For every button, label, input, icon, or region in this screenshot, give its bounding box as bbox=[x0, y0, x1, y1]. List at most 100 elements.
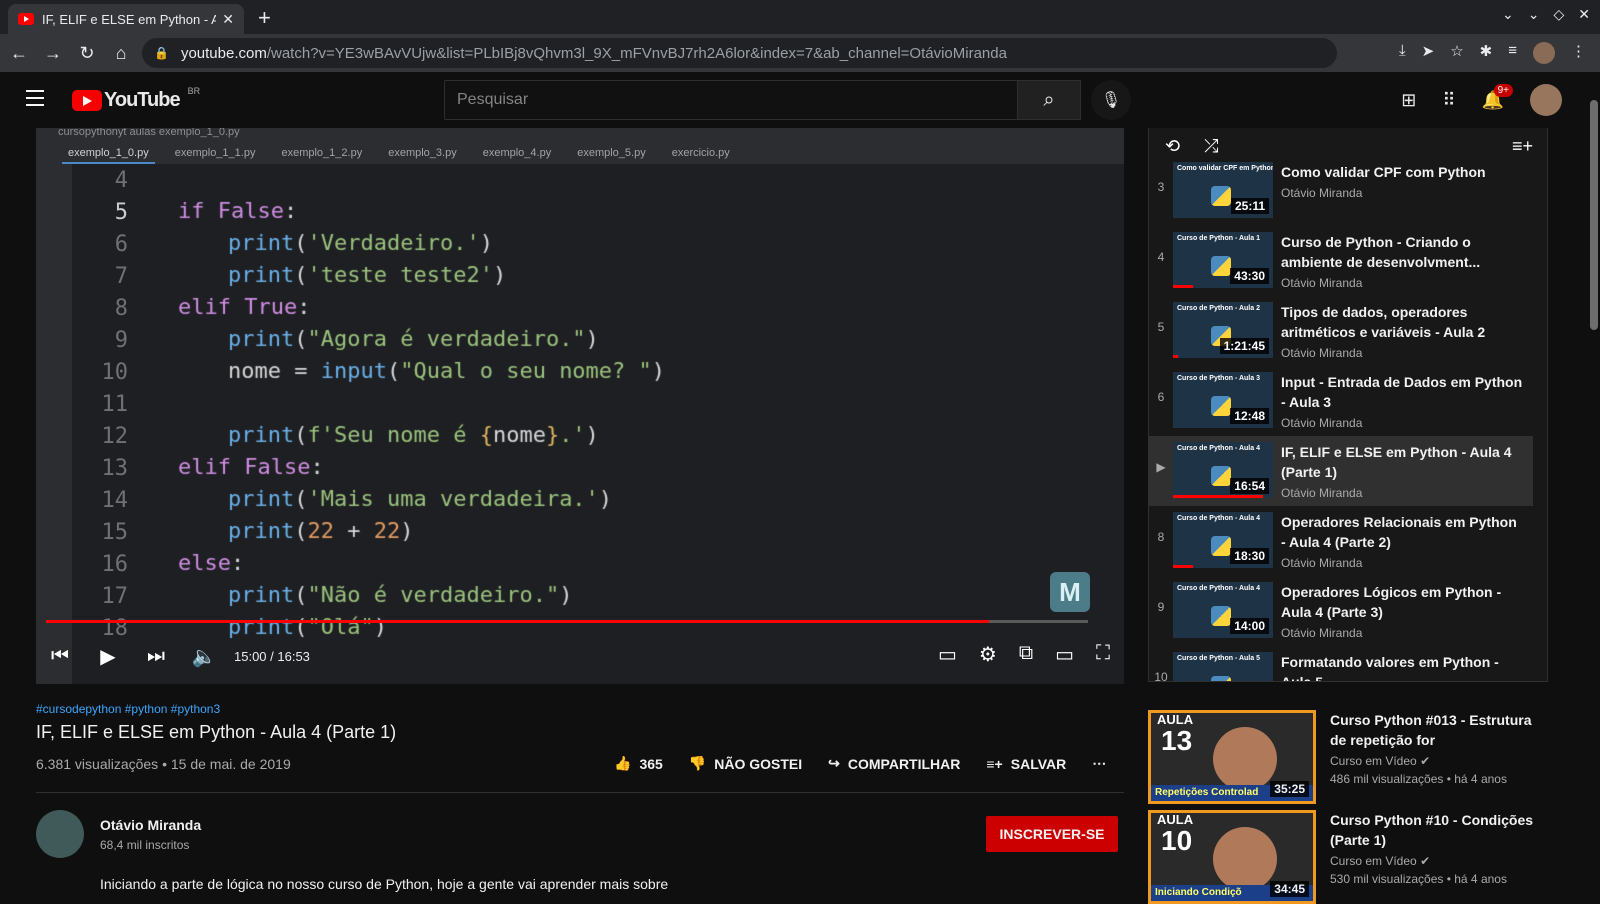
user-avatar[interactable] bbox=[1530, 84, 1562, 116]
hamburger-menu-icon[interactable] bbox=[26, 90, 44, 111]
extensions-icon[interactable]: ✱ bbox=[1480, 42, 1493, 64]
playlist-item[interactable]: ▶ Curso de Python - Aula 4 16:54 IF, ELIF e… bbox=[1149, 436, 1533, 506]
volume-icon[interactable]: 🔈 bbox=[180, 644, 228, 669]
code-editor: 4 5 6 7 8 9 10 11 12 13 14 15 16 17 18 bbox=[72, 164, 1124, 684]
line-number: 11 bbox=[101, 391, 129, 417]
previous-icon[interactable]: ⏮ bbox=[36, 645, 84, 668]
recommended-views: 486 mil visualizações • há 4 anos bbox=[1330, 772, 1507, 786]
save-playlist-icon[interactable]: ≡+ bbox=[1512, 136, 1533, 157]
profile-avatar[interactable] bbox=[1533, 42, 1555, 64]
python-logo-icon bbox=[1211, 256, 1231, 276]
ide-tabbar: cursopythonyt aulas exemplo_1_0.py exemp… bbox=[36, 128, 1124, 164]
playlist-item[interactable]: 9 Curso de Python - Aula 4 14:00 Operadores… bbox=[1149, 576, 1533, 646]
playlist-item[interactable]: 10 Curso de Python - Aula 522:12 Formatand… bbox=[1149, 646, 1533, 682]
subscribe-button[interactable]: INSCREVER-SE bbox=[986, 816, 1118, 852]
playlist-item[interactable]: 8 Curso de Python - Aula 4 18:30 Operadores… bbox=[1149, 506, 1533, 576]
channel-name[interactable]: Otávio Miranda bbox=[100, 817, 201, 833]
settings-gear-icon[interactable]: ⚙ bbox=[979, 642, 997, 667]
loop-icon[interactable]: ⟲ bbox=[1165, 136, 1180, 157]
recommended-title: Curso Python #013 - Estrutura de repetiç… bbox=[1330, 712, 1532, 748]
line-number: 5 bbox=[114, 199, 128, 225]
url-path: /watch?v=YE3wBAvVUjw&list=PLbIBj8vQhvm3l… bbox=[266, 44, 1007, 62]
bookmark-star-icon[interactable]: ☆ bbox=[1450, 42, 1463, 64]
code-line: 13 bbox=[72, 452, 129, 484]
theater-mode-icon[interactable]: ▭ bbox=[1055, 642, 1074, 667]
code-line: 11 bbox=[72, 388, 129, 420]
home-icon[interactable]: ⌂ bbox=[106, 43, 136, 64]
playlist-item[interactable]: 4 Curso de Python - Aula 1 43:30 Curso de P… bbox=[1149, 226, 1533, 296]
youtube-logo[interactable]: YouTube BR bbox=[72, 86, 200, 112]
new-tab-button[interactable]: + bbox=[258, 5, 271, 31]
create-video-icon[interactable]: ⊞ bbox=[1401, 90, 1416, 111]
minimize-icon[interactable]: ⌄ bbox=[1528, 6, 1540, 23]
address-bar-row: ← → ↻ ⌂ 🔒 youtube.com/watch?v=YE3wBAvVUj… bbox=[0, 34, 1600, 72]
dislike-button[interactable]: 👎 NÃO GOSTEI bbox=[689, 755, 802, 772]
file-tab: exemplo_1_2.py bbox=[281, 147, 363, 159]
playlist-item-channel: Otávio Miranda bbox=[1281, 556, 1363, 570]
chevron-down-icon[interactable]: ⌄ bbox=[1502, 6, 1514, 23]
menu-icon[interactable]: ⋮ bbox=[1571, 42, 1586, 64]
back-icon[interactable]: ← bbox=[4, 43, 34, 64]
more-actions-icon[interactable]: ⋯ bbox=[1092, 755, 1106, 772]
search-input[interactable]: Pesquisar bbox=[444, 80, 1018, 120]
playlist-item[interactable]: 6 Curso de Python - Aula 3 12:48 Input - En… bbox=[1149, 366, 1533, 436]
playlist-index: ▶ bbox=[1156, 460, 1166, 474]
channel-avatar[interactable] bbox=[36, 810, 84, 858]
reload-icon[interactable]: ↻ bbox=[72, 43, 102, 64]
youtube-favicon-icon bbox=[18, 13, 34, 25]
save-button[interactable]: ≡+ SALVAR bbox=[986, 756, 1066, 772]
extensions-area: ⤓ ➤ ☆ ✱ ≡ ⋮ bbox=[1399, 42, 1586, 64]
page-scrollbar[interactable] bbox=[1590, 100, 1598, 330]
install-icon[interactable]: ⤓ bbox=[1399, 42, 1406, 64]
recommended-video[interactable]: AULA 10 Iniciando Condiçõ 34:45 Curso Python… bbox=[1148, 810, 1568, 904]
notifications-button[interactable]: 🔔 9+ bbox=[1482, 83, 1513, 111]
youtube-header: YouTube BR Pesquisar ⌕ 🎙 ⊞ ⠿ 🔔 9+ bbox=[0, 72, 1600, 128]
restore-icon[interactable]: ◇ bbox=[1553, 6, 1564, 23]
duration-badge: 16:54 bbox=[1230, 478, 1269, 494]
code-line: 9 bbox=[72, 324, 128, 356]
share-icon: ↪ bbox=[828, 755, 840, 771]
playlist-item-info: Operadores Lógicos em Python - Aula 4 (P… bbox=[1273, 576, 1523, 646]
url-host: youtube.com bbox=[180, 44, 267, 62]
playlist-thumbnail: Curso de Python - Aula 4 18:30 bbox=[1173, 512, 1273, 568]
hashtags[interactable]: #cursodepython #python #python3 bbox=[36, 702, 220, 716]
miniplayer-icon[interactable]: ⧉ bbox=[1019, 642, 1033, 667]
share-button[interactable]: ↪ COMPARTILHAR bbox=[828, 755, 960, 772]
recommended-video[interactable]: AULA 13 Repetições Controlad 35:25 Curso Pyt… bbox=[1148, 710, 1568, 804]
next-icon[interactable]: ⏭ bbox=[132, 645, 180, 668]
player-controls: ⏮ ▶ ⏭ 🔈 15:00 / 16:53 ▭ ⚙ ⧉ ▭ ⛶ bbox=[36, 628, 1124, 684]
media-queue-icon[interactable]: ≡ bbox=[1508, 42, 1517, 64]
shuffle-icon[interactable]: ⤮ bbox=[1204, 136, 1218, 157]
send-icon[interactable]: ➤ bbox=[1422, 42, 1435, 64]
duration-badge: 25:11 bbox=[1230, 198, 1269, 214]
recommended-title: Curso Python #10 - Condições (Parte 1) bbox=[1330, 812, 1534, 848]
close-tab-icon[interactable]: ✕ bbox=[222, 11, 234, 28]
playlist-index: 10 bbox=[1154, 670, 1168, 682]
presenter-image bbox=[1213, 827, 1277, 891]
playlist-thumbnail: Curso de Python - Aula 2 1:21:45 bbox=[1173, 302, 1273, 358]
playlist-item[interactable]: 3 Como validar CPF em Python 25:11 Como val… bbox=[1149, 156, 1533, 226]
microphone-icon: 🎙 bbox=[1100, 92, 1122, 109]
browser-tab[interactable]: IF, ELIF e ELSE em Python - A ✕ bbox=[8, 4, 244, 34]
subtitles-icon[interactable]: ▭ bbox=[938, 642, 957, 667]
forward-icon[interactable]: → bbox=[38, 43, 68, 64]
close-window-icon[interactable]: ✕ bbox=[1578, 6, 1590, 23]
playlist-item-info: Curso de Python - Criando o ambiente de … bbox=[1273, 226, 1523, 296]
like-button[interactable]: 👍 365 bbox=[614, 755, 663, 772]
watch-progress bbox=[1173, 285, 1193, 288]
progress-bar[interactable] bbox=[46, 620, 1088, 623]
playlist-item[interactable]: 5 Curso de Python - Aula 2 1:21:45 Tipos de… bbox=[1149, 296, 1533, 366]
fullscreen-icon[interactable]: ⛶ bbox=[1096, 642, 1110, 667]
video-player[interactable]: cursopythonyt aulas exemplo_1_0.py exemp… bbox=[36, 128, 1124, 684]
apps-grid-icon[interactable]: ⠿ bbox=[1442, 90, 1455, 111]
voice-search-button[interactable]: 🎙 bbox=[1091, 80, 1131, 120]
search-button[interactable]: ⌕ bbox=[1017, 80, 1081, 120]
playlist-item-channel: Otávio Miranda bbox=[1281, 346, 1363, 360]
url-field[interactable]: 🔒 youtube.com/watch?v=YE3wBAvVUjw&list=P… bbox=[142, 38, 1337, 68]
line-number: 10 bbox=[101, 359, 129, 385]
channel-watermark-icon[interactable]: M bbox=[1050, 572, 1090, 612]
play-icon[interactable]: ▶ bbox=[84, 644, 132, 669]
duration-badge: 14:00 bbox=[1230, 618, 1269, 634]
dislike-label: NÃO GOSTEI bbox=[714, 755, 803, 772]
line-number: 15 bbox=[101, 519, 129, 545]
